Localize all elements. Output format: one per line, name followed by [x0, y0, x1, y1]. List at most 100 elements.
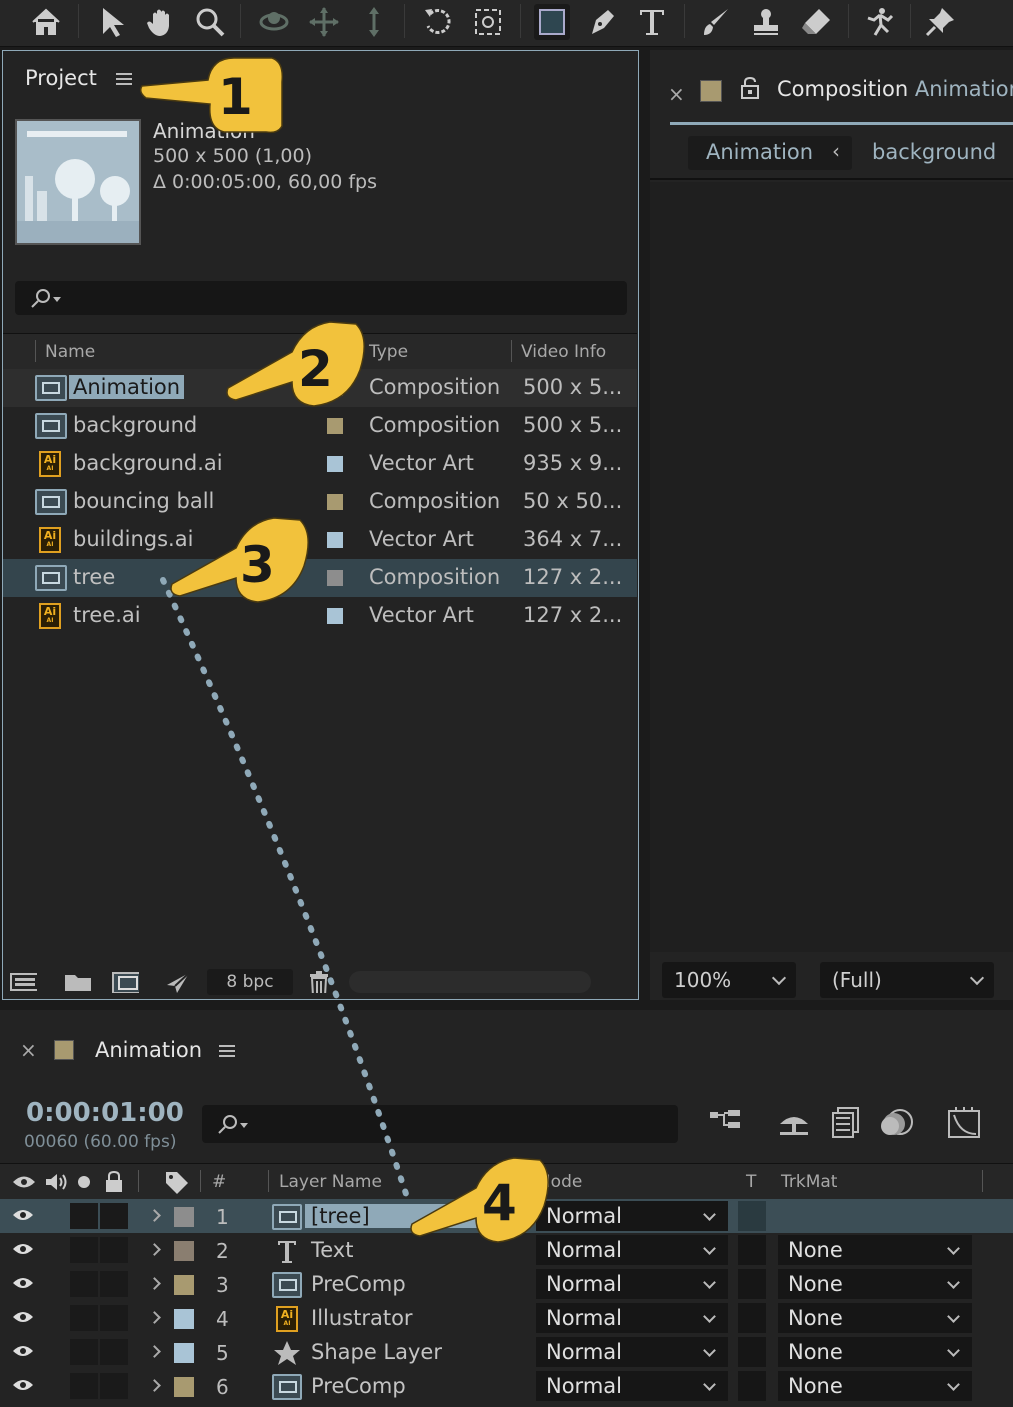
solo-switch-icon[interactable]	[78, 1176, 90, 1188]
column-video-info[interactable]: Video Info	[521, 342, 606, 362]
expand-chevron-icon[interactable]	[148, 1243, 161, 1256]
draft-3d-icon[interactable]	[776, 1108, 812, 1138]
pan-camera-icon[interactable]	[306, 4, 342, 40]
new-folder-icon[interactable]	[63, 971, 91, 993]
blend-mode-dropdown[interactable]: Normal	[536, 1235, 728, 1265]
solo-toggle[interactable]	[70, 1339, 98, 1365]
column-layer-name[interactable]: Layer Name	[279, 1172, 382, 1192]
preserve-transparency-toggle[interactable]	[738, 1303, 766, 1333]
column-trkmat[interactable]: TrkMat	[781, 1172, 837, 1192]
layer-name[interactable]: PreComp	[311, 1272, 406, 1296]
column-type[interactable]: Type	[369, 342, 408, 362]
blend-mode-dropdown[interactable]: Normal	[536, 1337, 728, 1367]
preserve-transparency-toggle[interactable]	[738, 1371, 766, 1401]
selection-tool-icon[interactable]	[94, 4, 130, 40]
column-number[interactable]: #	[212, 1172, 226, 1192]
interpret-footage-icon[interactable]	[9, 971, 37, 993]
close-composition-icon[interactable]: ×	[668, 82, 685, 106]
eye-icon[interactable]	[12, 1378, 34, 1392]
label-swatch[interactable]	[327, 456, 343, 472]
lock-toggle[interactable]	[100, 1237, 128, 1263]
motion-blur-icon[interactable]	[880, 1106, 914, 1138]
video-switch-icon[interactable]	[12, 1174, 36, 1190]
project-item[interactable]: Ai AI buildings.ai Vector Art 364 x 7...	[3, 521, 637, 559]
rectangle-tool-icon[interactable]	[534, 4, 570, 40]
hand-tool-icon[interactable]	[142, 4, 178, 40]
layer-name[interactable]: Shape Layer	[311, 1340, 442, 1364]
lock-toggle[interactable]	[100, 1271, 128, 1297]
lock-icon[interactable]	[740, 76, 760, 100]
breadcrumb-current[interactable]: Animation ‹	[688, 136, 852, 170]
solo-toggle[interactable]	[70, 1271, 98, 1297]
layer-row[interactable]: 6 PreComp Normal None	[0, 1369, 1013, 1403]
blend-mode-dropdown[interactable]: Normal	[536, 1371, 728, 1401]
track-matte-dropdown[interactable]: None	[778, 1235, 972, 1265]
blend-mode-dropdown[interactable]: Normal	[536, 1201, 728, 1231]
layer-label-swatch[interactable]	[174, 1241, 194, 1261]
solo-toggle[interactable]	[70, 1203, 98, 1229]
layer-row[interactable]: 3 PreComp Normal None	[0, 1267, 1013, 1301]
magnification-dropdown[interactable]: 100%	[662, 962, 796, 998]
preserve-transparency-toggle[interactable]	[738, 1337, 766, 1367]
project-panel-title[interactable]: Project	[25, 66, 97, 90]
project-horizontal-scrollbar[interactable]	[349, 971, 591, 993]
track-matte-dropdown[interactable]: None	[778, 1337, 972, 1367]
label-swatch[interactable]	[327, 608, 343, 624]
project-item[interactable]: bouncing ball Composition 50 x 50...	[3, 483, 637, 521]
composition-mini-flowchart-icon[interactable]	[708, 1108, 744, 1138]
blend-mode-dropdown[interactable]: Normal	[536, 1303, 728, 1333]
lock-toggle[interactable]	[100, 1203, 128, 1229]
label-swatch[interactable]	[327, 418, 343, 434]
layer-label-swatch[interactable]	[174, 1207, 194, 1227]
eye-icon[interactable]	[12, 1208, 34, 1222]
current-timecode[interactable]: 0:00:01:00	[26, 1098, 184, 1128]
zoom-tool-icon[interactable]	[192, 4, 228, 40]
eye-icon[interactable]	[12, 1310, 34, 1324]
clone-stamp-icon[interactable]	[748, 4, 784, 40]
pin-tool-icon[interactable]	[922, 4, 958, 40]
label-swatch[interactable]	[327, 570, 343, 586]
new-composition-icon[interactable]	[111, 971, 139, 993]
project-item[interactable]: Ai AI background.ai Vector Art 935 x 9...	[3, 445, 637, 483]
eye-icon[interactable]	[12, 1242, 34, 1256]
solo-toggle[interactable]	[70, 1237, 98, 1263]
solo-toggle[interactable]	[70, 1373, 98, 1399]
layer-label-swatch[interactable]	[174, 1343, 194, 1363]
label-tag-icon[interactable]	[164, 1170, 190, 1194]
graph-editor-icon[interactable]	[946, 1106, 982, 1140]
trash-icon[interactable]	[307, 971, 335, 993]
project-search-input[interactable]	[15, 281, 627, 315]
layer-name[interactable]: PreComp	[311, 1374, 406, 1398]
expand-chevron-icon[interactable]	[148, 1379, 161, 1392]
expand-chevron-icon[interactable]	[148, 1345, 161, 1358]
lock-toggle[interactable]	[100, 1305, 128, 1331]
orbit-camera-icon[interactable]	[256, 4, 292, 40]
resolution-dropdown[interactable]: (Full)	[820, 962, 994, 998]
composition-viewer[interactable]	[650, 182, 1013, 952]
eraser-tool-icon[interactable]	[798, 4, 834, 40]
layer-name[interactable]: Text	[311, 1238, 353, 1262]
timeline-tab-title[interactable]: Animation	[95, 1038, 202, 1062]
layer-label-swatch[interactable]	[174, 1309, 194, 1329]
column-name[interactable]: Name	[45, 342, 95, 362]
blend-mode-dropdown[interactable]: Normal	[536, 1269, 728, 1299]
expand-chevron-icon[interactable]	[148, 1209, 161, 1222]
track-matte-dropdown[interactable]: None	[778, 1303, 972, 1333]
lock-toggle[interactable]	[100, 1373, 128, 1399]
layer-row[interactable]: 5 Shape Layer Normal None	[0, 1335, 1013, 1369]
layer-row[interactable]: 4 Ai AI Illustrator Normal None	[0, 1301, 1013, 1335]
preserve-transparency-toggle[interactable]	[738, 1201, 766, 1231]
preserve-transparency-toggle[interactable]	[738, 1269, 766, 1299]
expand-chevron-icon[interactable]	[148, 1277, 161, 1290]
project-item[interactable]: Ai AI tree.ai Vector Art 127 x 2...	[3, 597, 637, 635]
composition-panel-title[interactable]: Composition Animation	[777, 77, 1013, 101]
lock-toggle[interactable]	[100, 1339, 128, 1365]
lock-switch-icon[interactable]	[104, 1170, 124, 1194]
timeline-search-input[interactable]	[202, 1105, 678, 1143]
eye-icon[interactable]	[12, 1276, 34, 1290]
eye-icon[interactable]	[12, 1344, 34, 1358]
audio-switch-icon[interactable]	[44, 1172, 68, 1192]
panel-menu-icon[interactable]	[116, 73, 132, 85]
timeline-menu-icon[interactable]	[219, 1045, 235, 1057]
track-matte-dropdown[interactable]: None	[778, 1269, 972, 1299]
